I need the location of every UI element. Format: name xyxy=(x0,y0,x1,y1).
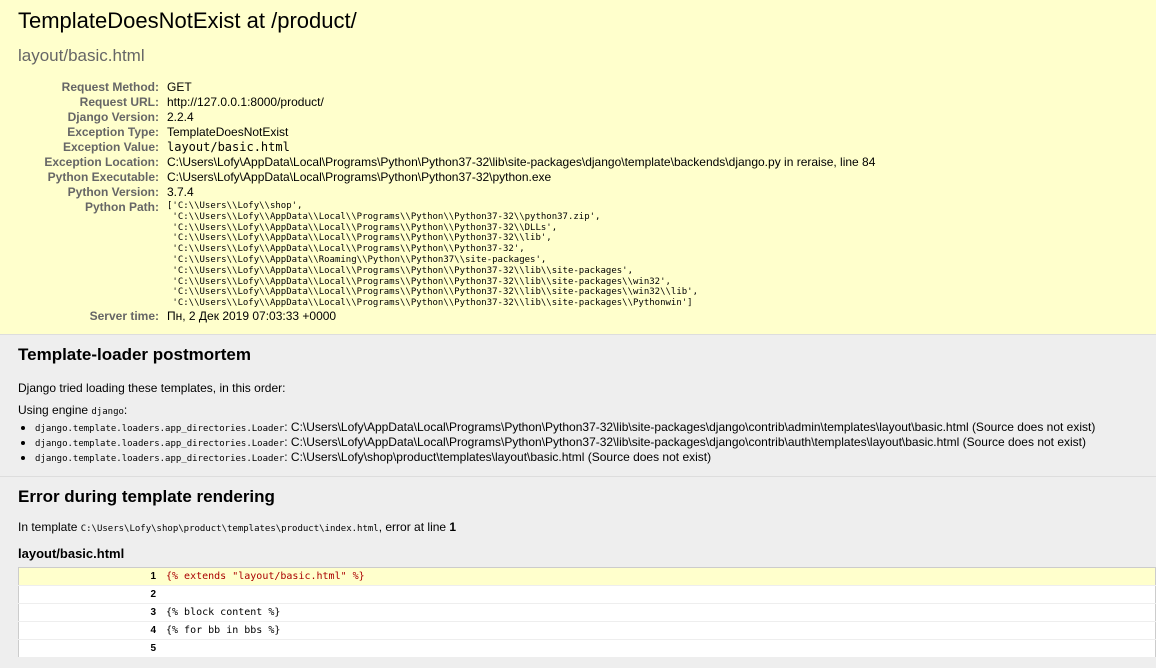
meta-value: C:\Users\Lofy\AppData\Local\Programs\Pyt… xyxy=(167,155,876,169)
meta-label: Request Method: xyxy=(61,80,159,94)
list-item: django.template.loaders.app_directories.… xyxy=(35,434,1138,451)
postmortem-intro: Django tried loading these templates, in… xyxy=(18,380,286,395)
error-line-number: 1 xyxy=(449,519,457,534)
meta-value: ['C:\\Users\\Lofy\\shop', 'C:\\Users\\Lo… xyxy=(167,200,875,309)
meta-label: Exception Location: xyxy=(44,155,159,169)
table-row: 4 {% for bb in bbs %} xyxy=(18,621,1156,640)
meta-row-python-executable: Python Executable: C:\Users\Lofy\AppData… xyxy=(18,170,875,185)
meta-row-server-time: Server time: Пн, 2 Дек 2019 07:03:33 +00… xyxy=(18,309,875,324)
loader-path: C:\Users\Lofy\AppData\Local\Programs\Pyt… xyxy=(290,419,1096,434)
meta-row-exception-type: Exception Type: TemplateDoesNotExist xyxy=(18,125,875,140)
meta-label: Server time: xyxy=(89,308,159,323)
page-title: TemplateDoesNotExist at /product/ xyxy=(18,8,357,33)
summary-panel: TemplateDoesNotExist at /product/ layout… xyxy=(0,0,1156,335)
loader-name: django.template.loaders.app_directories.… xyxy=(35,453,285,464)
in-template-prefix: In template xyxy=(18,519,81,534)
line-number: 2 xyxy=(18,585,162,604)
loader-list: django.template.loaders.app_directories.… xyxy=(18,419,1138,466)
meta-row-python-version: Python Version: 3.7.4 xyxy=(18,185,875,200)
python-path-list: ['C:\\Users\\Lofy\\shop', 'C:\\Users\\Lo… xyxy=(167,201,699,309)
loader-sep: : xyxy=(284,434,291,449)
line-number: 3 xyxy=(18,603,162,622)
loader-path: C:\Users\Lofy\AppData\Local\Programs\Pyt… xyxy=(290,434,1087,449)
loader-sep: : xyxy=(284,449,291,464)
source-title: layout/basic.html xyxy=(18,545,125,561)
source-code: {% for bb in bbs %} xyxy=(162,621,1156,640)
meta-label: Django Version: xyxy=(67,110,159,124)
meta-label: Python Version: xyxy=(67,185,159,199)
template-loader-postmortem: Template-loader postmortem Django tried … xyxy=(0,334,1156,477)
table-row: 2 xyxy=(18,585,1156,604)
meta-value: Пн, 2 Дек 2019 07:03:33 +0000 xyxy=(167,308,337,323)
request-meta-table: Request Method: GET Request URL: http://… xyxy=(18,80,875,324)
table-row: 3 {% block content %} xyxy=(18,603,1156,622)
template-error-section: Error during template rendering In templ… xyxy=(0,476,1156,668)
meta-label: Python Executable: xyxy=(47,170,159,184)
meta-value: http://127.0.0.1:8000/product/ xyxy=(167,95,324,109)
template-error-location: In template C:\Users\Lofy\shop\product\t… xyxy=(18,520,1138,534)
line-number: 1 xyxy=(18,567,162,586)
engine-line: Using engine django: xyxy=(18,403,1138,417)
meta-value: C:\Users\Lofy\AppData\Local\Programs\Pyt… xyxy=(167,170,552,184)
meta-row-request-url: Request URL: http://127.0.0.1:8000/produ… xyxy=(18,95,875,110)
error-at-text: , error at line xyxy=(378,519,450,534)
loader-name: django.template.loaders.app_directories.… xyxy=(35,438,285,449)
template-path: C:\Users\Lofy\shop\product\templates\pro… xyxy=(80,523,379,534)
postmortem-heading: Template-loader postmortem xyxy=(18,344,252,364)
meta-row-django-version: Django Version: 2.2.4 xyxy=(18,110,875,125)
meta-value: TemplateDoesNotExist xyxy=(167,125,289,139)
engine-prefix: Using engine xyxy=(18,402,92,417)
meta-value: 3.7.4 xyxy=(167,185,194,199)
source-code xyxy=(162,585,1156,604)
table-row: 1 {% extends "layout/basic.html" %} xyxy=(18,567,1156,586)
line-number: 4 xyxy=(18,621,162,640)
table-row: 5 xyxy=(18,639,1156,658)
meta-label: Request URL: xyxy=(79,95,159,109)
line-number: 5 xyxy=(18,639,162,658)
meta-label: Python Path: xyxy=(85,200,159,214)
engine-name: django xyxy=(91,406,124,417)
meta-row-python-path: Python Path: ['C:\\Users\\Lofy\\shop', '… xyxy=(18,200,875,309)
meta-value: GET xyxy=(167,80,192,94)
list-item: django.template.loaders.app_directories.… xyxy=(35,419,1138,436)
meta-label: Exception Type: xyxy=(67,125,159,139)
meta-row-exception-value: Exception Value: layout/basic.html xyxy=(18,140,875,155)
source-code: {% block content %} xyxy=(162,603,1156,622)
exception-value-heading: layout/basic.html xyxy=(18,46,145,65)
list-item: django.template.loaders.app_directories.… xyxy=(35,449,1138,466)
loader-name: django.template.loaders.app_directories.… xyxy=(35,423,285,434)
meta-row-exception-location: Exception Location: C:\Users\Lofy\AppDat… xyxy=(18,155,875,170)
meta-value: layout/basic.html xyxy=(167,140,290,154)
meta-label: Exception Value: xyxy=(62,140,159,154)
meta-row-request-method: Request Method: GET xyxy=(18,80,875,95)
loader-path: C:\Users\Lofy\shop\product\templates\lay… xyxy=(290,449,712,464)
source-code: {% extends "layout/basic.html" %} xyxy=(162,567,1156,586)
source-code xyxy=(162,639,1156,658)
template-source-table: 1 {% extends "layout/basic.html" %} 2 3 … xyxy=(18,566,1156,658)
loader-sep: : xyxy=(284,419,291,434)
meta-value: 2.2.4 xyxy=(167,110,194,124)
template-error-heading: Error during template rendering xyxy=(18,486,275,506)
engine-suffix: : xyxy=(123,402,128,417)
